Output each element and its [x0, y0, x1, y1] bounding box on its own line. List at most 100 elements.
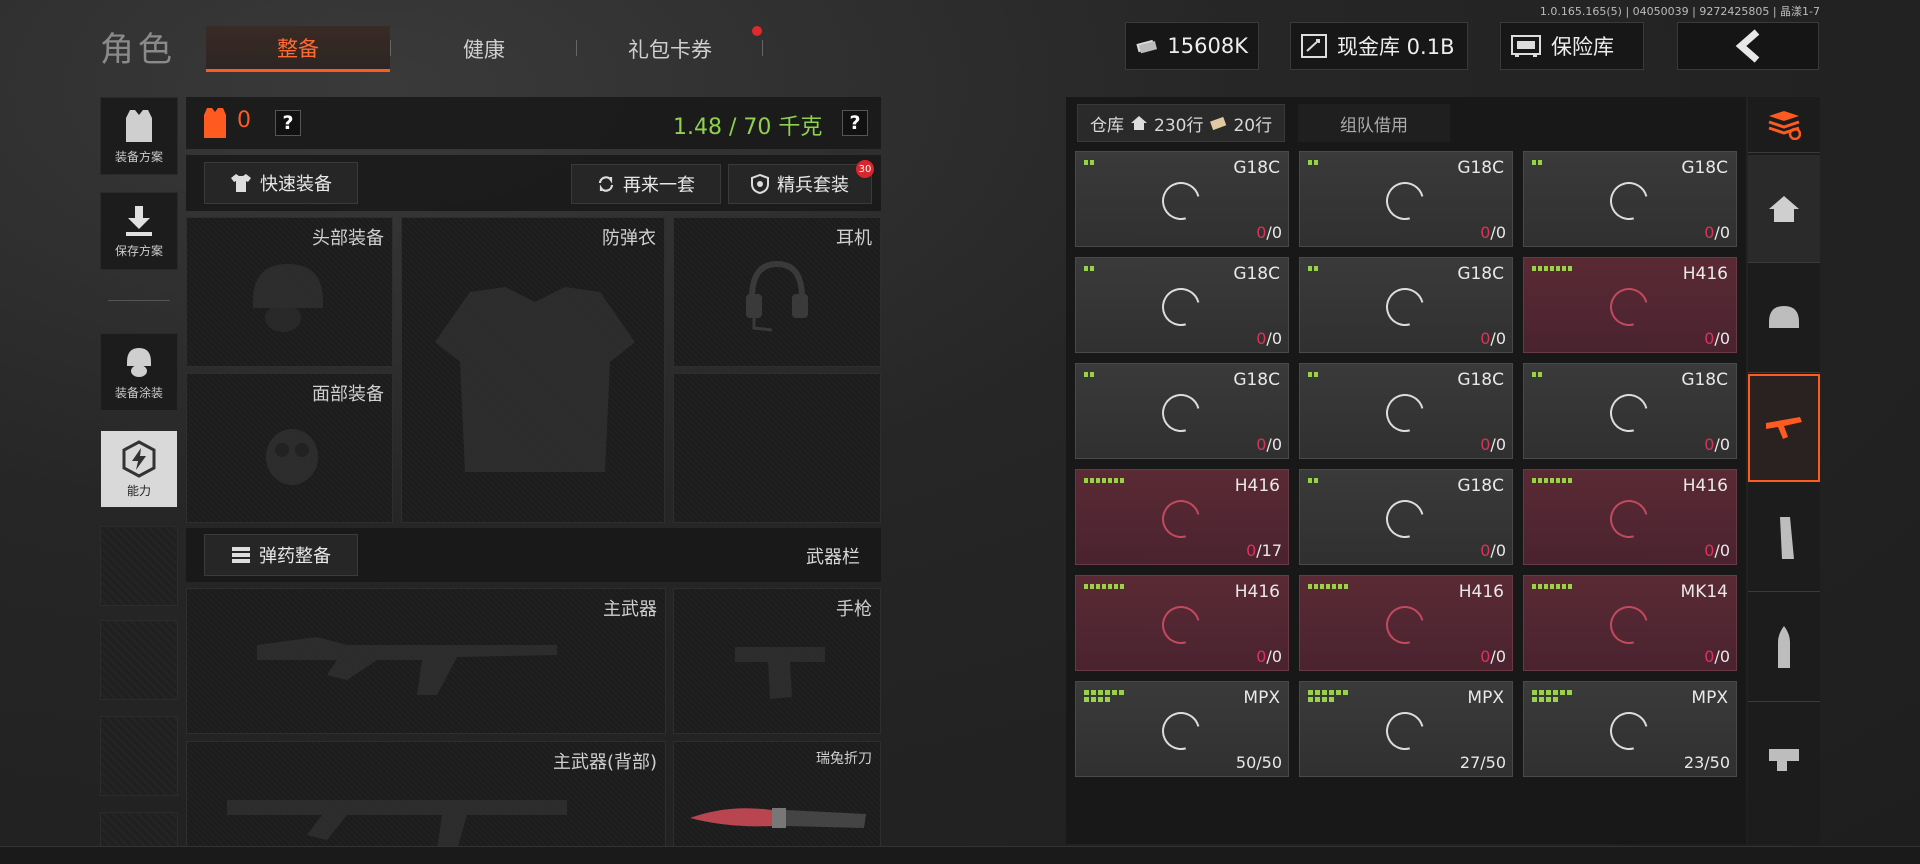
- item-count-current: 0: [1480, 223, 1491, 242]
- category-magazine[interactable]: [1748, 484, 1820, 592]
- category-gun[interactable]: [1748, 374, 1820, 482]
- warehouse-item[interactable]: MK14 0/0: [1523, 575, 1737, 671]
- tab-divider: [762, 40, 763, 56]
- warehouse-item[interactable]: MPX 50/50: [1075, 681, 1289, 777]
- slot-size-indicator: [1532, 584, 1572, 589]
- warehouse-item[interactable]: G18C 0/0: [1299, 257, 1513, 353]
- ammo-prep-button[interactable]: 弹药整备: [204, 534, 358, 576]
- slot-size-indicator: [1308, 584, 1348, 589]
- warehouse-item[interactable]: H416 0/0: [1523, 469, 1737, 565]
- tab-equip[interactable]: 整备: [206, 26, 390, 72]
- headset-slot[interactable]: 耳机: [673, 217, 881, 367]
- sidebar-item-label: 能力: [126, 483, 151, 498]
- safe-label: 保险库: [1551, 35, 1614, 59]
- sidebar-item-save-plan[interactable]: 保存方案: [100, 192, 178, 270]
- warehouse-item[interactable]: H416 0/0: [1523, 257, 1737, 353]
- download-icon: [126, 205, 152, 236]
- item-name: MK14: [1680, 582, 1728, 602]
- sidebar-item-loadout-plan[interactable]: 装备方案: [100, 97, 178, 175]
- body-armor-icon: [435, 287, 635, 472]
- ticket-icon: [1210, 116, 1227, 131]
- loading-icon: [1379, 599, 1431, 651]
- vest-count: 0: [237, 108, 251, 133]
- safe-button[interactable]: 保险库: [1500, 22, 1644, 70]
- item-count-max: /0: [1266, 223, 1282, 242]
- item-count: 0/0: [1704, 647, 1730, 666]
- empty-gear-slot[interactable]: [673, 373, 881, 523]
- item-count-max: /0: [1490, 223, 1506, 242]
- loading-icon: [1603, 387, 1655, 439]
- warehouse-item[interactable]: H416 0/0: [1075, 575, 1289, 671]
- item-count-max: /0: [1266, 329, 1282, 348]
- cash-icon: [1136, 39, 1158, 54]
- warehouse-item[interactable]: G18C 0/0: [1523, 363, 1737, 459]
- loading-icon: [1379, 705, 1431, 757]
- item-count-max: /0: [1714, 329, 1730, 348]
- warehouse-item[interactable]: H416 0/17: [1075, 469, 1289, 565]
- tab-health-label: 健康: [463, 38, 505, 62]
- loading-icon: [1155, 175, 1207, 227]
- item-name: G18C: [1681, 370, 1728, 390]
- warehouse-item[interactable]: H416 0/0: [1299, 575, 1513, 671]
- sidebar-empty-slot: [100, 620, 178, 700]
- tab-warehouse[interactable]: 仓库 230行 20行: [1077, 104, 1286, 142]
- warehouse-item[interactable]: MPX 27/50: [1299, 681, 1513, 777]
- item-name: MPX: [1243, 688, 1280, 708]
- item-name: H416: [1234, 476, 1280, 496]
- elite-set-button[interactable]: 精兵套装: [728, 164, 872, 204]
- help-button[interactable]: ?: [275, 110, 301, 136]
- stack-icon: [1768, 110, 1801, 140]
- sidebar-item-skin[interactable]: 装备涂装: [100, 333, 178, 411]
- warehouse-item[interactable]: G18C 0/0: [1075, 257, 1289, 353]
- slot-size-indicator: [1308, 372, 1318, 377]
- face-gear-slot[interactable]: 面部装备: [186, 373, 393, 523]
- slot-size-indicator: [1084, 372, 1094, 377]
- warehouse-item[interactable]: G18C 0/0: [1299, 363, 1513, 459]
- sidebar-empty-slot: [100, 526, 178, 606]
- category-home[interactable]: [1748, 155, 1820, 263]
- warehouse-item[interactable]: G18C 0/0: [1299, 151, 1513, 247]
- back-button[interactable]: [1677, 22, 1819, 70]
- bullet-icon: [1778, 625, 1790, 668]
- shirt-icon: [231, 174, 251, 192]
- warehouse-item[interactable]: MPX 23/50: [1523, 681, 1737, 777]
- weight-help-button[interactable]: ?: [842, 110, 868, 136]
- item-count-current: 0: [1704, 435, 1715, 454]
- quick-equip-button[interactable]: 快速装备: [204, 162, 358, 204]
- cash-display[interactable]: 15608K: [1125, 22, 1259, 70]
- slot-label: 手枪: [836, 599, 872, 620]
- knife-slot[interactable]: 瑞兔折刀: [673, 741, 881, 854]
- pistol-slot[interactable]: 手枪: [673, 588, 881, 734]
- warehouse-item[interactable]: G18C 0/0: [1299, 469, 1513, 565]
- head-gear-slot[interactable]: 头部装备: [186, 217, 393, 367]
- warehouse-item[interactable]: G18C 0/0: [1523, 151, 1737, 247]
- cash-vault-button[interactable]: 现金库 0.1B: [1290, 22, 1468, 70]
- sidebar-item-label: 保存方案: [114, 243, 163, 258]
- category-ammo[interactable]: [1748, 594, 1820, 702]
- item-count: 0/0: [1480, 647, 1506, 666]
- armor-slot[interactable]: 防弹衣: [401, 217, 665, 523]
- warehouse-rows-home: 230行: [1154, 115, 1204, 136]
- knife-icon: [690, 808, 866, 828]
- warehouse-item[interactable]: G18C 0/0: [1075, 363, 1289, 459]
- category-attachment[interactable]: [1748, 704, 1820, 812]
- loading-icon: [1603, 599, 1655, 651]
- again-button[interactable]: 再来一套: [571, 164, 721, 204]
- slot-size-indicator: [1532, 690, 1572, 702]
- tab-team-borrow[interactable]: 组队借用: [1298, 104, 1450, 142]
- primary-back-slot[interactable]: 主武器(背部): [186, 741, 666, 854]
- tab-health[interactable]: 健康: [392, 26, 576, 72]
- slot-label: 头部装备: [312, 228, 384, 249]
- item-count-current: 0: [1256, 329, 1267, 348]
- tab-gift[interactable]: 礼包卡券: [578, 26, 762, 72]
- category-helmet[interactable]: [1748, 265, 1820, 373]
- cash-value: 15608K: [1167, 34, 1248, 58]
- item-count: 0/0: [1704, 329, 1730, 348]
- primary-weapon-slot[interactable]: 主武器: [186, 588, 666, 734]
- sidebar-item-ability[interactable]: 能力: [100, 430, 178, 508]
- item-count: 0/0: [1256, 435, 1282, 454]
- page-title: 角色: [100, 30, 176, 70]
- warehouse-item[interactable]: G18C 0/0: [1075, 151, 1289, 247]
- category-all[interactable]: [1748, 97, 1820, 153]
- weapon-bar-label: 武器栏: [806, 547, 860, 568]
